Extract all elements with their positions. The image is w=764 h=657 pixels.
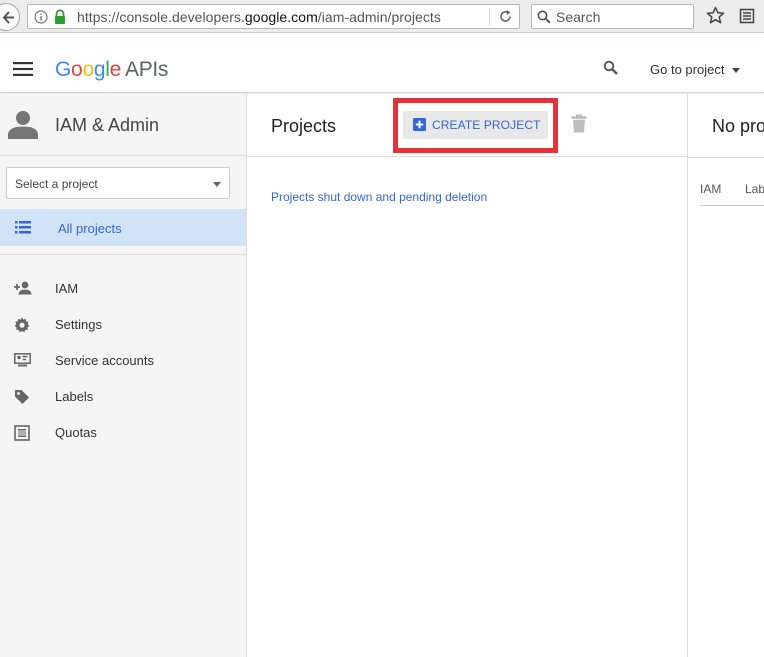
back-button[interactable] [0,3,20,31]
sidebar-item-label: Quotas [55,425,97,440]
reload-icon[interactable] [498,9,513,24]
address-bar[interactable]: https://console.developers.google.com/ia… [27,4,520,29]
sidebar: IAM & Admin Select a project All project… [0,94,247,657]
person-add-icon [14,281,32,295]
sidebar-item-iam[interactable]: IAM [0,272,246,304]
chevron-down-icon [213,182,221,187]
reading-list-icon[interactable] [739,8,755,24]
sidebar-title: IAM & Admin [55,115,160,135]
divider [0,254,246,255]
sidebar-item-label: Service accounts [55,353,154,368]
search-placeholder: Search [556,9,601,25]
list-icon [15,221,31,234]
tab-iam[interactable]: IAM [700,182,721,196]
gear-icon [14,317,30,333]
url-separator [489,8,490,25]
google-apis-logo[interactable]: Google APIs [55,58,168,82]
sidebar-item-labels[interactable]: Labels [0,380,246,412]
projects-toolbar: Projects CREATE PROJECT [247,94,688,157]
sidebar-item-quotas[interactable]: Quotas [0,416,246,448]
sidebar-item-label: IAM [55,281,79,296]
delete-icon[interactable] [571,114,587,133]
search-icon [537,10,551,24]
create-project-label: CREATE PROJECT [432,118,541,132]
sidebar-item-all-projects[interactable]: All projects [0,209,246,246]
person-icon [8,111,38,139]
hamburger-menu-icon[interactable] [13,62,33,76]
details-title: No pro [712,116,764,136]
browser-toolbar: https://console.developers.google.com/ia… [0,0,764,33]
details-panel: No pro IAM Lab [688,94,764,657]
back-arrow-icon [3,11,14,24]
projects-panel: Projects CREATE PROJECT Projects shut do… [247,94,688,657]
caret-down-icon[interactable] [732,68,740,73]
service-account-icon [14,353,31,367]
app-header: Google APIs Go to project [0,44,764,93]
sidebar-header: IAM & Admin [0,94,246,156]
projects-shutdown-link[interactable]: Projects shut down and pending deletion [271,190,487,204]
page-title: Projects [271,116,337,136]
bookmark-star-icon[interactable] [706,6,725,25]
tab-labels[interactable]: Lab [745,182,764,196]
divider [688,157,764,158]
browser-search-input[interactable]: Search [531,4,694,29]
sidebar-item-label: All projects [58,221,122,236]
sidebar-item-label: Settings [55,317,102,332]
sidebar-item-settings[interactable]: Settings [0,308,246,340]
lock-icon[interactable] [53,9,67,25]
sidebar-item-label: Labels [55,389,94,404]
tag-icon [15,390,29,404]
info-icon[interactable] [34,10,48,24]
project-select[interactable]: Select a project [6,167,230,199]
quota-icon [14,425,30,441]
go-to-project-dropdown[interactable]: Go to project [650,62,724,77]
project-select-label: Select a project [15,177,98,191]
url-text: https://console.developers.google.com/ia… [77,9,441,25]
tab-underline [700,205,764,206]
create-project-button[interactable]: CREATE PROJECT [403,111,548,139]
add-box-icon [413,118,426,131]
search-icon[interactable] [603,60,619,76]
sidebar-item-service-accounts[interactable]: Service accounts [0,344,246,376]
